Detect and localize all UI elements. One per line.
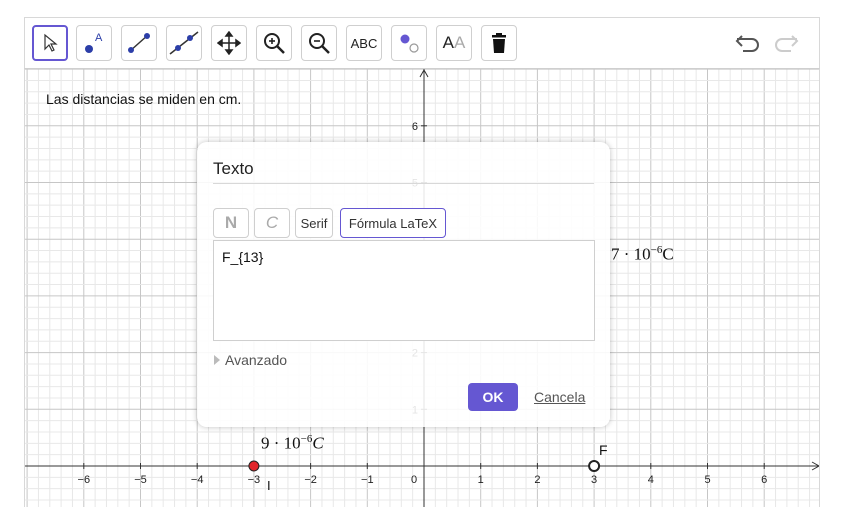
x-tick-label: 4 [648, 474, 654, 486]
x-tick-label: −1 [361, 474, 374, 486]
triangle-right-icon [214, 355, 220, 365]
zoom-in-tool-button[interactable] [256, 25, 292, 61]
point-tool-button[interactable]: A [76, 25, 112, 61]
point-I-label[interactable]: I [267, 478, 271, 493]
redo-icon [775, 35, 799, 52]
ok-button[interactable]: OK [468, 383, 518, 411]
x-tick-label: −2 [304, 474, 317, 486]
x-tick-label: 0 [411, 474, 417, 486]
x-tick-label: 2 [534, 474, 540, 486]
text-tool-button[interactable]: ABC [346, 25, 382, 61]
italic-button[interactable]: C [254, 208, 290, 238]
point-F-label[interactable]: F [599, 442, 608, 458]
show-hide-icon [400, 34, 419, 53]
move-arrows-icon [217, 31, 241, 55]
charge-right-label[interactable]: 7 · 10−6C [611, 244, 674, 265]
point-icon: A [85, 32, 103, 53]
bold-button[interactable]: N [213, 208, 249, 238]
trash-icon [492, 33, 506, 53]
charge-right-exp: −6 [650, 244, 663, 256]
text-dialog: Texto N C Serif Fórmula LaTeX F_{13} Ava… [197, 142, 610, 427]
svg-text:A: A [95, 32, 103, 44]
show-hide-object-tool-button[interactable] [391, 25, 427, 61]
charge-left-unit: C [312, 433, 324, 453]
undo-icon [735, 35, 759, 52]
delete-tool-button[interactable] [481, 25, 517, 61]
x-tick-label: −6 [78, 474, 91, 486]
text-editor[interactable]: F_{13} [213, 240, 595, 341]
zoom-out-icon [309, 33, 330, 54]
toolbar: A ABC AA [24, 17, 820, 69]
point-F [588, 460, 601, 472]
x-tick-label: 6 [761, 474, 767, 486]
charge-left-label[interactable]: 9 · 10−6C [261, 433, 324, 454]
x-tick-label: −5 [134, 474, 147, 486]
dialog-title: Texto [213, 159, 254, 178]
text-icon: ABC [350, 35, 378, 51]
point-I [248, 460, 260, 472]
show-hide-label-tool-button[interactable]: AA [436, 25, 472, 61]
y-tick-label: 6 [412, 121, 418, 133]
line-tool-button[interactable] [166, 25, 202, 61]
line-icon [169, 31, 199, 55]
zoom-out-tool-button[interactable] [301, 25, 337, 61]
redo-button[interactable] [771, 28, 801, 58]
move-tool-button[interactable] [32, 25, 68, 61]
dialog-divider [213, 183, 594, 184]
charge-left-text: 9 · 10 [261, 433, 301, 453]
x-tick-label: −3 [248, 474, 261, 486]
advanced-toggle[interactable]: Avanzado [213, 352, 287, 368]
zoom-in-icon [264, 33, 285, 54]
advanced-label: Avanzado [225, 352, 288, 368]
charge-left-exp: −6 [300, 433, 313, 445]
segment-icon [128, 33, 150, 53]
segment-tool-button[interactable] [121, 25, 157, 61]
label-icon: AA [442, 33, 466, 52]
latex-formula-button[interactable]: Fórmula LaTeX [340, 208, 446, 238]
move-view-tool-button[interactable] [211, 25, 247, 61]
undo-button[interactable] [733, 28, 763, 58]
charge-right-unit: C [662, 244, 674, 264]
x-tick-label: 3 [591, 474, 597, 486]
arrow-cursor-icon [44, 33, 58, 52]
x-tick-label: 1 [478, 474, 484, 486]
x-tick-label: 5 [704, 474, 710, 486]
cancel-button[interactable]: Cancela [534, 389, 585, 405]
x-tick-label: −4 [191, 474, 204, 486]
charge-right-text: 7 · 10 [611, 244, 651, 264]
serif-button[interactable]: Serif [295, 208, 333, 238]
editor-value: F_{13} [222, 249, 264, 265]
distance-note: Las distancias se miden en cm. [46, 91, 242, 107]
